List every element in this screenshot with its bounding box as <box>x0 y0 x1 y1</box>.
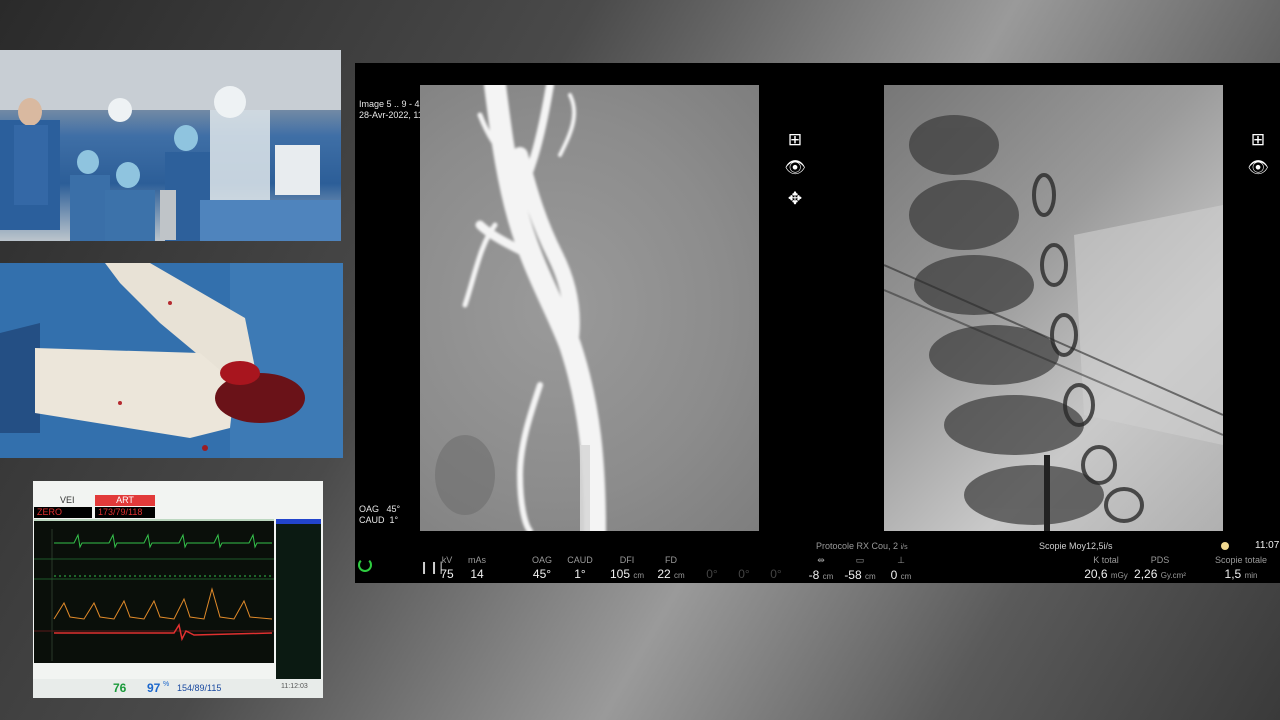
protocol-info: Protocole RX Cou, 2 i/s <box>816 541 908 551</box>
table-height-param: ⊥ 0 cm <box>887 555 915 582</box>
fluoroscopy-view[interactable] <box>884 85 1223 531</box>
art-label: ART <box>95 495 155 506</box>
ktotal-value: 20,6 <box>1084 567 1108 581</box>
kv-value: 75 <box>440 567 454 581</box>
scopie-totale-label: Scopie totale <box>1214 555 1268 565</box>
art-baseline <box>54 623 273 642</box>
table-height-value: 0 <box>890 568 898 582</box>
patient-monitor: VEI ART ZERO 173/79/118 76 97 % 154/89/1… <box>33 481 323 698</box>
pds-unit: Gy.cm² <box>1160 571 1186 580</box>
spo2-unit: % <box>163 681 170 688</box>
cervical-spine-fluoroscopy <box>884 115 1223 531</box>
pds-value: 2,26 <box>1134 567 1158 581</box>
angiography-workstation: Image 5 .. 9 - 42 / 42 28-Avr-2022, 11:0… <box>355 63 1280 583</box>
fd-value: 22 <box>657 567 671 581</box>
oag-param: OAG 45° <box>527 555 557 581</box>
caud-param: CAUD 1° <box>563 555 597 581</box>
zero-label: ZERO <box>34 507 92 518</box>
mas-label: mAs <box>468 555 486 565</box>
table-long-param: ⇹ -8 cm <box>807 555 835 582</box>
caud-overlay-value: 1° <box>389 515 399 525</box>
protocol-unit: i/s <box>900 544 908 551</box>
surgical-field-camera-feed <box>0 263 343 458</box>
kv-label: kV <box>441 555 453 565</box>
table-lat-value: -58 <box>844 568 862 582</box>
dim-angle-1: 0° <box>701 555 723 581</box>
dfi-value: 105 <box>609 567 630 581</box>
fd-unit: cm <box>674 571 685 580</box>
ktotal-label: K total <box>1093 555 1119 565</box>
dfi-param: DFI 105 cm <box>609 555 645 581</box>
grid-layout-icon[interactable]: ⊞ <box>784 129 806 151</box>
caud-overlay-label: CAUD <box>359 515 385 525</box>
angiogram-view[interactable] <box>420 85 759 531</box>
fd-param: FD 22 cm <box>655 555 687 581</box>
scopie-totale-param: Scopie totale 1,5 min <box>1211 555 1271 581</box>
move-arrows-icon[interactable]: ✥ <box>784 188 806 210</box>
eye-icon[interactable]: 👁 <box>784 157 806 179</box>
caud-status-label: CAUD <box>567 555 593 565</box>
dfi-label: DFI <box>619 555 635 565</box>
dim-angle-3-value: 0° <box>770 567 782 581</box>
oag-status-label: OAG <box>531 555 552 565</box>
ecg-wave <box>54 533 272 549</box>
dim-angle-2-value: 0° <box>738 567 750 581</box>
table-long-unit: cm <box>822 572 834 581</box>
carotid-angiogram <box>435 85 606 531</box>
mas-value: 14 <box>470 567 484 581</box>
pds-param: PDS 2,26 Gy.cm² <box>1133 555 1187 581</box>
table-height-icon: ⊥ <box>897 555 905 565</box>
ktotal-param: K total 20,6 mGy <box>1083 555 1129 581</box>
oag-overlay-value: 45° <box>386 504 401 514</box>
monitor-side-panel <box>276 519 321 684</box>
protocol-text: Protocole RX Cou, 2 <box>816 541 899 551</box>
scopie-totale-value: 1,5 <box>1224 567 1242 581</box>
oag-status-value: 45° <box>532 567 552 581</box>
acquisition-status-bar: ❙❙| kV 75 mAs 14 OAG 45° CAUD 1° DFI 105… <box>355 533 1280 583</box>
table-height-unit: cm <box>900 572 912 581</box>
monitor-waveform-grid <box>34 521 274 663</box>
waveforms <box>34 529 274 661</box>
heart-rate-value: 76 <box>113 681 127 695</box>
operating-room-camera-feed <box>0 50 341 241</box>
dfi-unit: cm <box>633 571 645 580</box>
art-pressure-value: 173/79/118 <box>95 507 155 518</box>
table-lat-unit: cm <box>865 572 876 581</box>
grid-layout-icon-right[interactable]: ⊞ <box>1247 129 1269 151</box>
surgical-field-scene <box>0 263 343 458</box>
monitor-clock: 11:12:03 <box>281 683 308 690</box>
spo2-value: 97 <box>147 681 161 695</box>
table-lat-icon: ▭ <box>855 555 865 565</box>
refresh-icon[interactable] <box>358 558 372 572</box>
ktotal-unit: mGy <box>1110 571 1128 580</box>
nibp-value: 154/89/115 <box>177 683 222 693</box>
table-long-value: -8 <box>808 568 820 582</box>
kv-param: kV 75 <box>435 555 459 581</box>
caud-status-value: 1° <box>574 567 586 581</box>
oag-overlay-label: OAG <box>359 504 380 514</box>
scopie-totale-unit: min <box>1244 571 1258 580</box>
current-time: 11:07 <box>1255 540 1280 551</box>
fd-label: FD <box>665 555 677 565</box>
vei-label: VEI <box>60 495 75 505</box>
clock-icon <box>1221 542 1229 550</box>
oag-overlay: OAG 45° <box>359 504 400 515</box>
art-wave <box>53 587 273 620</box>
scopie-mode: Scopie Moy12,5i/s <box>1039 541 1113 551</box>
table-long-icon: ⇹ <box>817 555 825 565</box>
caud-overlay: CAUD 1° <box>359 515 398 526</box>
table-lat-param: ▭ -58 cm <box>843 555 877 582</box>
monitor-vitals-bar: 76 97 % 154/89/115 11:12:03 <box>33 679 323 698</box>
eye-icon-right[interactable]: 👁 <box>1247 157 1269 179</box>
mas-param: mAs 14 <box>463 555 491 581</box>
dim-angle-3: 0° <box>765 555 787 581</box>
operating-room-scene <box>0 50 341 241</box>
dim-angle-2: 0° <box>733 555 755 581</box>
dim-angle-1-value: 0° <box>706 567 718 581</box>
pds-label: PDS <box>1150 555 1170 565</box>
